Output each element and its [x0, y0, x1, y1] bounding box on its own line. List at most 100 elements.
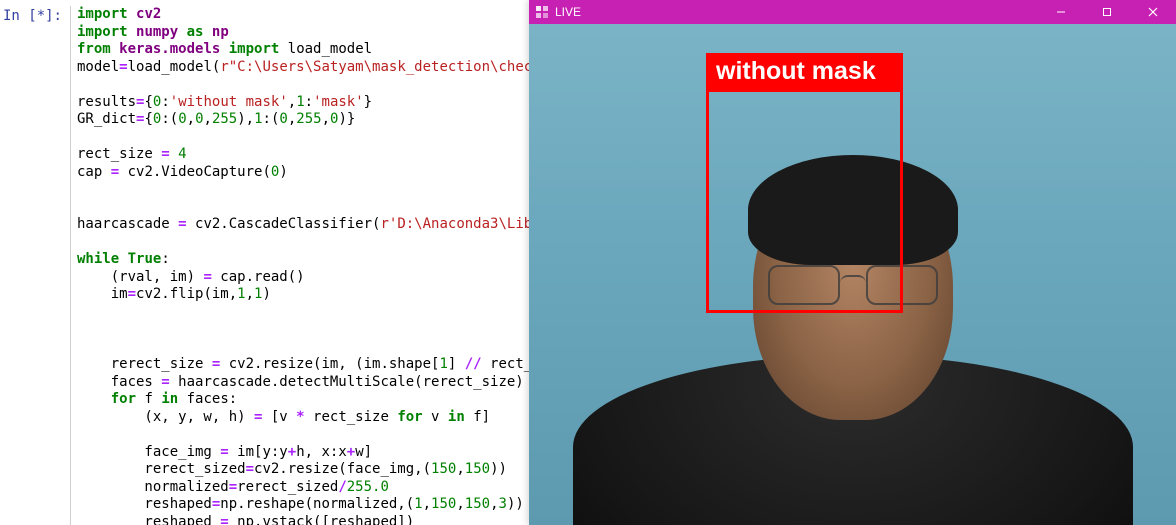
- str: r"C:\Users\Satyam\mask_detection\checkpo…: [220, 59, 574, 75]
- name: rerect_sized: [77, 461, 246, 477]
- opencv-window: LIVE ame Oasi Harkath without mask: [529, 0, 1176, 525]
- p: ,: [456, 496, 464, 512]
- name: rect_size: [77, 146, 161, 162]
- brace: {: [144, 94, 152, 110]
- name: normalized: [77, 479, 229, 495]
- maximize-button[interactable]: [1084, 0, 1130, 24]
- p: ,: [246, 286, 254, 302]
- brace: {: [144, 111, 152, 127]
- p: :(: [161, 111, 178, 127]
- p: ,: [288, 111, 296, 127]
- op: =: [220, 444, 228, 460]
- num: 150: [465, 461, 490, 477]
- name: results: [77, 94, 136, 110]
- num: 150: [431, 496, 456, 512]
- mod: cv2: [136, 6, 161, 22]
- minimize-button[interactable]: [1038, 0, 1084, 24]
- name: reshaped: [77, 514, 220, 525]
- mod: keras.models: [119, 41, 220, 57]
- name: reshaped: [77, 496, 212, 512]
- num: 1: [254, 111, 262, 127]
- colon: :: [305, 94, 313, 110]
- num: 1: [439, 356, 447, 372]
- num: 150: [431, 461, 456, 477]
- name: load_model: [288, 41, 372, 57]
- p: w]: [355, 444, 372, 460]
- kw: import: [229, 41, 280, 57]
- p: rect_size: [305, 409, 398, 425]
- name: GR_dict: [77, 111, 136, 127]
- num: 4: [170, 146, 187, 162]
- name: model: [77, 59, 119, 75]
- alias: np: [212, 24, 229, 40]
- name: rerect_size: [77, 356, 212, 372]
- p: )}: [338, 111, 355, 127]
- op: /: [338, 479, 346, 495]
- kw: while: [77, 251, 119, 267]
- op: =: [161, 146, 169, 162]
- num: 1: [237, 286, 245, 302]
- call: cv2.resize(im, (im.shape[: [220, 356, 439, 372]
- kw: as: [187, 24, 204, 40]
- p: v: [423, 409, 448, 425]
- op: =: [161, 374, 169, 390]
- num: 255: [212, 111, 237, 127]
- op: =: [220, 514, 228, 525]
- name: im: [77, 286, 128, 302]
- window-titlebar[interactable]: LIVE: [529, 0, 1176, 24]
- bool: True: [119, 251, 161, 267]
- call: np.vstack([reshaped]): [229, 514, 414, 525]
- p: ): [279, 164, 287, 180]
- p: :(: [263, 111, 280, 127]
- p: ,: [423, 496, 431, 512]
- op: =: [178, 216, 186, 232]
- kw: import: [77, 6, 128, 22]
- p: h, x:x: [296, 444, 347, 460]
- num: 255: [296, 111, 321, 127]
- app-icon: [535, 5, 549, 19]
- name: f: [136, 391, 161, 407]
- call: cap.read(): [212, 269, 305, 285]
- op: =: [246, 461, 254, 477]
- call: load_model(: [128, 59, 221, 75]
- op: //: [465, 356, 482, 372]
- p: ,: [204, 111, 212, 127]
- cell-prompt: In [*]:: [0, 6, 70, 525]
- p: ): [262, 286, 270, 302]
- num: 150: [465, 496, 490, 512]
- p: ,: [456, 461, 464, 477]
- name: faces:: [178, 391, 237, 407]
- op: +: [288, 444, 296, 460]
- num: 255.0: [347, 479, 389, 495]
- p: im[y:y: [229, 444, 288, 460]
- str: 'without mask': [170, 94, 288, 110]
- kw: from: [77, 41, 111, 57]
- call: haarcascade.detectMultiScale(rerect_size…: [170, 374, 524, 390]
- num: 0: [178, 111, 186, 127]
- num: 0: [279, 111, 287, 127]
- call: np.reshape(normalized,(: [220, 496, 414, 512]
- p: )): [507, 496, 524, 512]
- str: 'mask': [313, 94, 364, 110]
- p: ]: [448, 356, 465, 372]
- op: =: [229, 479, 237, 495]
- name: rerect_sized: [237, 479, 338, 495]
- num: 0: [195, 111, 203, 127]
- brace: }: [364, 94, 372, 110]
- name: cap: [77, 164, 111, 180]
- window-title: LIVE: [555, 5, 581, 19]
- close-button[interactable]: [1130, 0, 1176, 24]
- kw: for: [77, 391, 136, 407]
- kw: in: [448, 409, 465, 425]
- num: 1: [414, 496, 422, 512]
- op: =: [128, 286, 136, 302]
- call: cv2.resize(face_img,(: [254, 461, 431, 477]
- kw: in: [161, 391, 178, 407]
- minimize-icon: [1056, 7, 1066, 17]
- comma: ,: [288, 94, 296, 110]
- p: [v: [262, 409, 296, 425]
- p: ,: [187, 111, 195, 127]
- p: ,: [322, 111, 330, 127]
- op: *: [296, 409, 304, 425]
- op: =: [203, 269, 211, 285]
